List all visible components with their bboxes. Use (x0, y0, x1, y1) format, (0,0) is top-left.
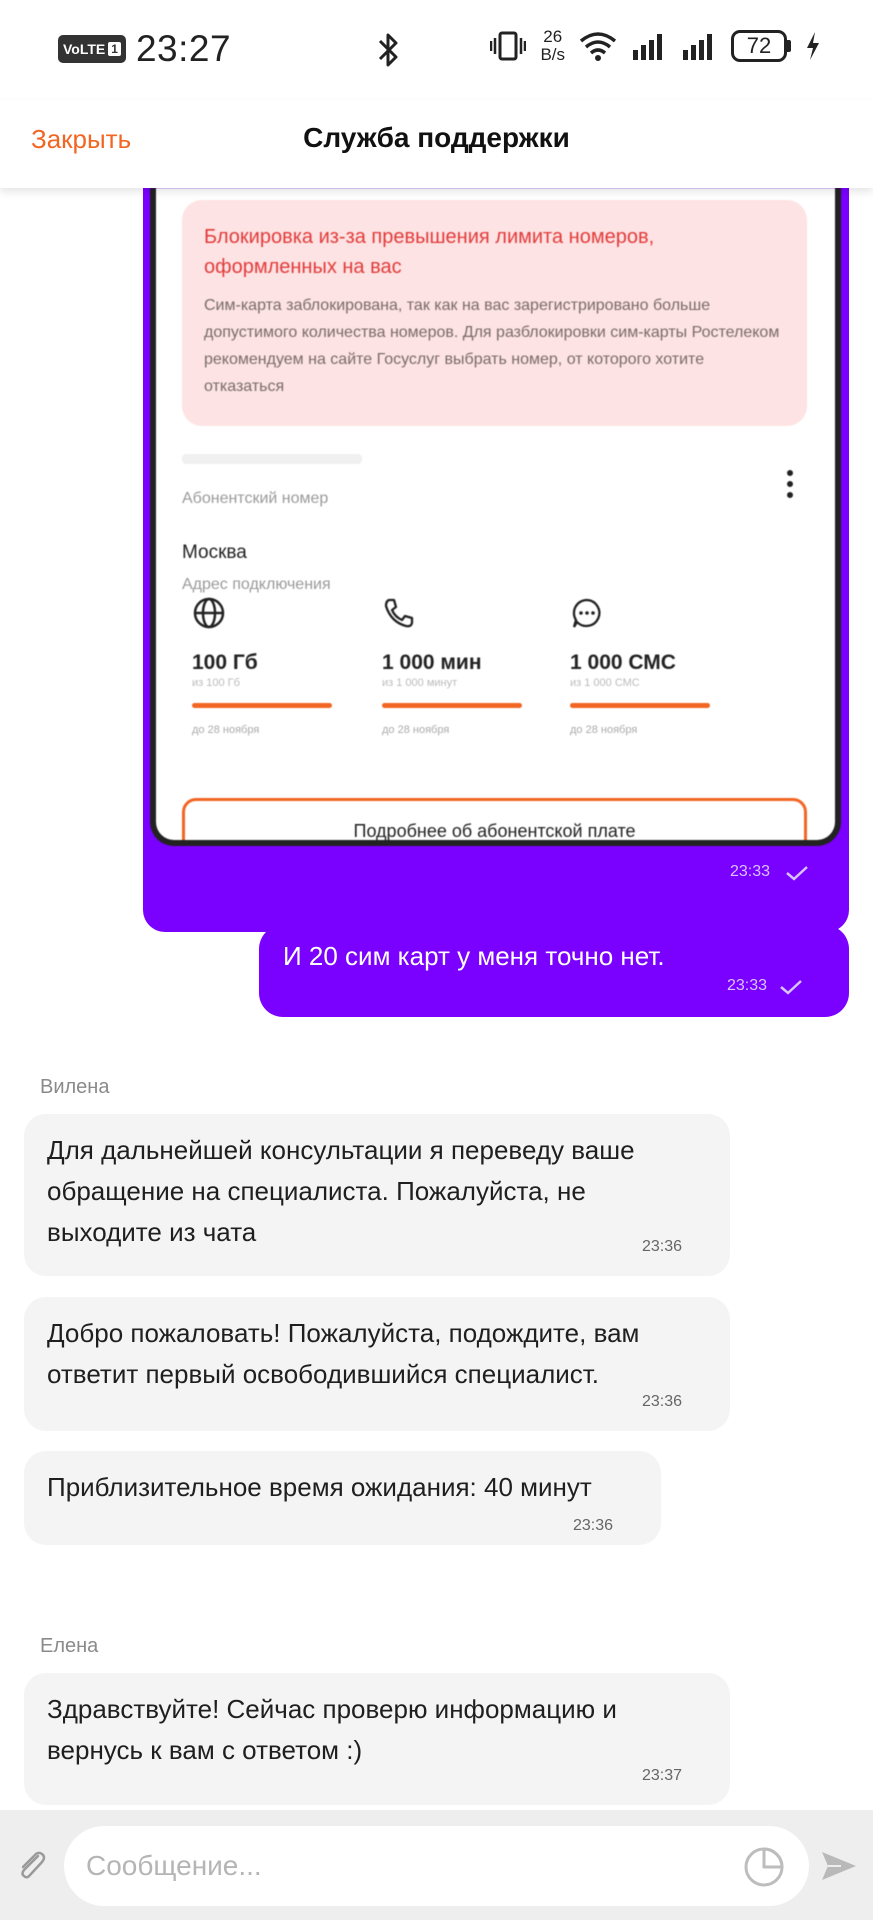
stat-sub: из 1 000 минут (382, 677, 458, 689)
incoming-message[interactable]: Приблизительное время ожидания: 40 минут… (24, 1451, 661, 1545)
message-text: Приблизительное время ожидания: 40 минут (47, 1472, 592, 1502)
message-text: И 20 сим карт у меня точно нет. (283, 941, 665, 971)
incoming-message[interactable]: Добро пожаловать! Пожалуйста, подождите,… (24, 1297, 730, 1431)
stat-minutes: 1 000 мин из 1 000 минут до 28 ноября (382, 596, 532, 736)
incoming-message[interactable]: Здравствуйте! Сейчас проверю информацию … (24, 1673, 730, 1805)
stat-sms: 1 000 СМС из 1 000 СМС до 28 ноября (570, 596, 720, 736)
charging-icon (807, 32, 819, 60)
more-options-icon (787, 470, 795, 503)
message-text: Для дальнейшей консультации я переведу в… (47, 1135, 635, 1247)
network-speed-value: 26 (543, 27, 563, 46)
stat-progress-bar (382, 703, 522, 708)
status-right: 26 B/s 72 (490, 28, 821, 64)
attached-screenshot[interactable]: Блокировка из-за превышения лимита номер… (150, 188, 841, 846)
phone-icon (384, 598, 414, 628)
message-time: 23:36 (572, 1517, 613, 1534)
volte-label: VoLTE (63, 41, 106, 57)
bluetooth-icon (378, 33, 398, 67)
message-field[interactable] (64, 1826, 809, 1906)
vibrate-icon (490, 31, 527, 61)
message-time: 23:36 (641, 1238, 682, 1255)
city-label: Москва (182, 542, 247, 563)
sticker-icon[interactable] (743, 1846, 785, 1888)
stat-value: 1 000 мин (382, 651, 482, 674)
number-label: Абонентский номер (182, 490, 329, 507)
stat-progress-bar (570, 703, 710, 708)
message-text: Здравствуйте! Сейчас проверю информацию … (47, 1694, 617, 1765)
sim-slot-label: 1 (108, 42, 121, 56)
sender-name: Вилена (40, 1076, 110, 1098)
read-check-icon (780, 980, 802, 995)
stat-sub: из 100 Гб (192, 677, 240, 689)
status-left: VoLTE 1 23:27 (58, 28, 231, 70)
read-check-icon (786, 866, 808, 881)
status-bar: VoLTE 1 23:27 26 B/s 72 (0, 0, 873, 100)
battery-icon: 72 (731, 30, 791, 62)
alert-text: Сим-карта заблокирована, так как на вас … (204, 297, 780, 395)
network-speed: 26 B/s (540, 28, 565, 64)
stat-until: до 28 ноября (382, 724, 450, 736)
chat-messages[interactable]: Блокировка из-за превышения лимита номер… (0, 188, 873, 1810)
message-time: 23:36 (641, 1393, 682, 1410)
stat-sub: из 1 000 СМС (570, 677, 640, 689)
stat-until: до 28 ноября (570, 724, 638, 736)
page-title: Служба поддержки (303, 122, 570, 153)
stat-value: 100 Гб (192, 651, 258, 674)
tariff-details-button: Подробнее об абонентской плате (182, 798, 807, 840)
incoming-message[interactable]: Для дальнейшей консультации я переведу в… (24, 1114, 730, 1276)
alert-title: Блокировка из-за превышения лимита номер… (204, 226, 655, 278)
globe-icon (193, 597, 225, 629)
signal-icon (633, 34, 662, 60)
sender-name: Елена (40, 1635, 99, 1657)
stat-until: до 28 ноября (192, 724, 260, 736)
signal-icon (683, 34, 712, 60)
message-text: Добро пожаловать! Пожалуйста, подождите,… (47, 1318, 640, 1389)
message-composer (0, 1810, 873, 1920)
message-time: 23:37 (641, 1767, 682, 1784)
message-time: 23:33 (730, 863, 771, 880)
outgoing-message[interactable]: И 20 сим карт у меня точно нет. 23:33 (259, 925, 849, 1017)
stat-progress-bar (192, 703, 332, 708)
chat-header: Закрыть Служба поддержки (0, 100, 873, 188)
battery-level: 72 (731, 30, 787, 62)
faded-number-line (182, 454, 362, 464)
address-label: Адрес подключения (182, 576, 331, 593)
stat-internet: 100 Гб из 100 Гб до 28 ноября (192, 596, 342, 736)
message-time: 23:33 (726, 977, 767, 994)
block-alert: Блокировка из-за превышения лимита номер… (182, 200, 807, 426)
battery-tip (787, 40, 791, 52)
message-input[interactable] (86, 1846, 706, 1886)
wifi-icon (579, 32, 617, 61)
paperclip-icon[interactable] (14, 1848, 50, 1884)
chat-icon (572, 598, 601, 628)
send-icon[interactable] (819, 1846, 859, 1886)
clock: 23:27 (135, 28, 232, 69)
volte-icon: VoLTE 1 (58, 35, 126, 63)
stat-value: 1 000 СМС (570, 651, 676, 674)
network-speed-unit: B/s (540, 45, 565, 64)
